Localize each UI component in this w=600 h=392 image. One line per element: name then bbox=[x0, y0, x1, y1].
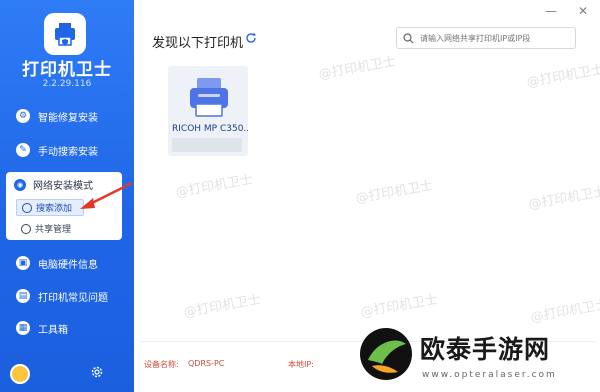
sub-item-label: 搜索添加 bbox=[36, 204, 73, 214]
close-button[interactable]: ✕ bbox=[578, 4, 588, 18]
settings-gear-icon[interactable] bbox=[90, 365, 104, 379]
watermark: @打印机卫士 bbox=[527, 184, 600, 213]
watermark: @打印机卫士 bbox=[182, 292, 263, 321]
ip-search-box bbox=[396, 27, 576, 49]
minimize-button[interactable]: — bbox=[545, 4, 557, 18]
app-logo bbox=[44, 13, 86, 55]
sidebar-item-network-mode[interactable]: ◉ 网络安装模式 bbox=[14, 177, 93, 192]
sidebar-item-label: 工具箱 bbox=[38, 324, 68, 336]
sidebar-item-hardware-info[interactable]: ▣ 电脑硬件信息 bbox=[0, 250, 134, 276]
local-ip-label: 本地IP: bbox=[288, 360, 314, 369]
brand-name: 欧泰手游网 bbox=[420, 335, 551, 364]
brand-url: www.opteralaser.com bbox=[422, 370, 557, 380]
watermark: @打印机卫士 bbox=[525, 62, 600, 91]
printer-shield-icon bbox=[55, 23, 75, 46]
watermark: @打印机卫士 bbox=[529, 297, 600, 326]
sub-item-search-add[interactable]: 搜索添加 bbox=[16, 199, 84, 216]
printer-icon: ▤ bbox=[16, 289, 30, 303]
app-name: 打印机卫士 bbox=[22, 60, 112, 80]
sidebar-item-toolbox[interactable]: ▦ 工具箱 bbox=[0, 315, 134, 341]
watermark: @打印机卫士 bbox=[359, 292, 440, 321]
refresh-icon[interactable] bbox=[244, 31, 258, 45]
brand-logo-icon bbox=[360, 328, 412, 380]
sidebar-item-manual-search[interactable]: ✎ 手动搜索安装 bbox=[0, 137, 134, 163]
device-name-label: 设备名称: bbox=[144, 360, 179, 369]
repair-icon: ⚙ bbox=[16, 109, 30, 123]
app-version: 2.2.29.116 bbox=[42, 79, 92, 89]
printer-card[interactable]: RICOH MP C350... bbox=[168, 66, 248, 156]
computer-icon: ▣ bbox=[16, 256, 30, 270]
printer-icon bbox=[190, 78, 228, 117]
sidebar-item-label: 电脑硬件信息 bbox=[38, 259, 98, 271]
page-title: 发现以下打印机 bbox=[152, 36, 244, 51]
search-icon[interactable] bbox=[403, 32, 414, 44]
watermark: @打印机卫士 bbox=[354, 178, 435, 207]
watermark: @打印机卫士 bbox=[174, 172, 255, 201]
sub-item-share-manage[interactable]: 共享管理 bbox=[16, 221, 82, 236]
toolbox-icon: ▦ bbox=[16, 321, 30, 335]
sidebar-item-label: 网络安装模式 bbox=[33, 181, 93, 192]
ip-search-input[interactable] bbox=[420, 33, 570, 43]
device-name-value: QDRS-PC bbox=[188, 359, 225, 368]
printer-name: RICOH MP C350... bbox=[172, 124, 248, 134]
network-mode-panel: ◉ 网络安装模式 搜索添加 共享管理 bbox=[6, 172, 122, 240]
watermark: @打印机卫士 bbox=[317, 54, 398, 83]
cloud-icon bbox=[21, 223, 31, 234]
wrench-icon: ✎ bbox=[16, 143, 30, 157]
sidebar-item-faq[interactable]: ▤ 打印机常见问题 bbox=[0, 283, 134, 309]
sub-item-label: 共享管理 bbox=[35, 225, 72, 235]
search-icon bbox=[22, 202, 32, 213]
sidebar: 打印机卫士 2.2.29.116 ⚙ 智能修复安装 ✎ 手动搜索安装 ◉ 网络安… bbox=[0, 0, 134, 392]
printer-blurred-info bbox=[172, 138, 242, 152]
network-icon: ◉ bbox=[14, 178, 26, 191]
brand-overlay: 欧泰手游网 www.opteralaser.com bbox=[352, 322, 600, 392]
sidebar-item-smart-repair[interactable]: ⚙ 智能修复安装 bbox=[0, 103, 134, 129]
user-avatar[interactable] bbox=[10, 364, 30, 384]
sidebar-item-label: 智能修复安装 bbox=[38, 112, 98, 124]
sidebar-item-label: 打印机常见问题 bbox=[38, 292, 108, 304]
sidebar-item-label: 手动搜索安装 bbox=[38, 146, 98, 158]
